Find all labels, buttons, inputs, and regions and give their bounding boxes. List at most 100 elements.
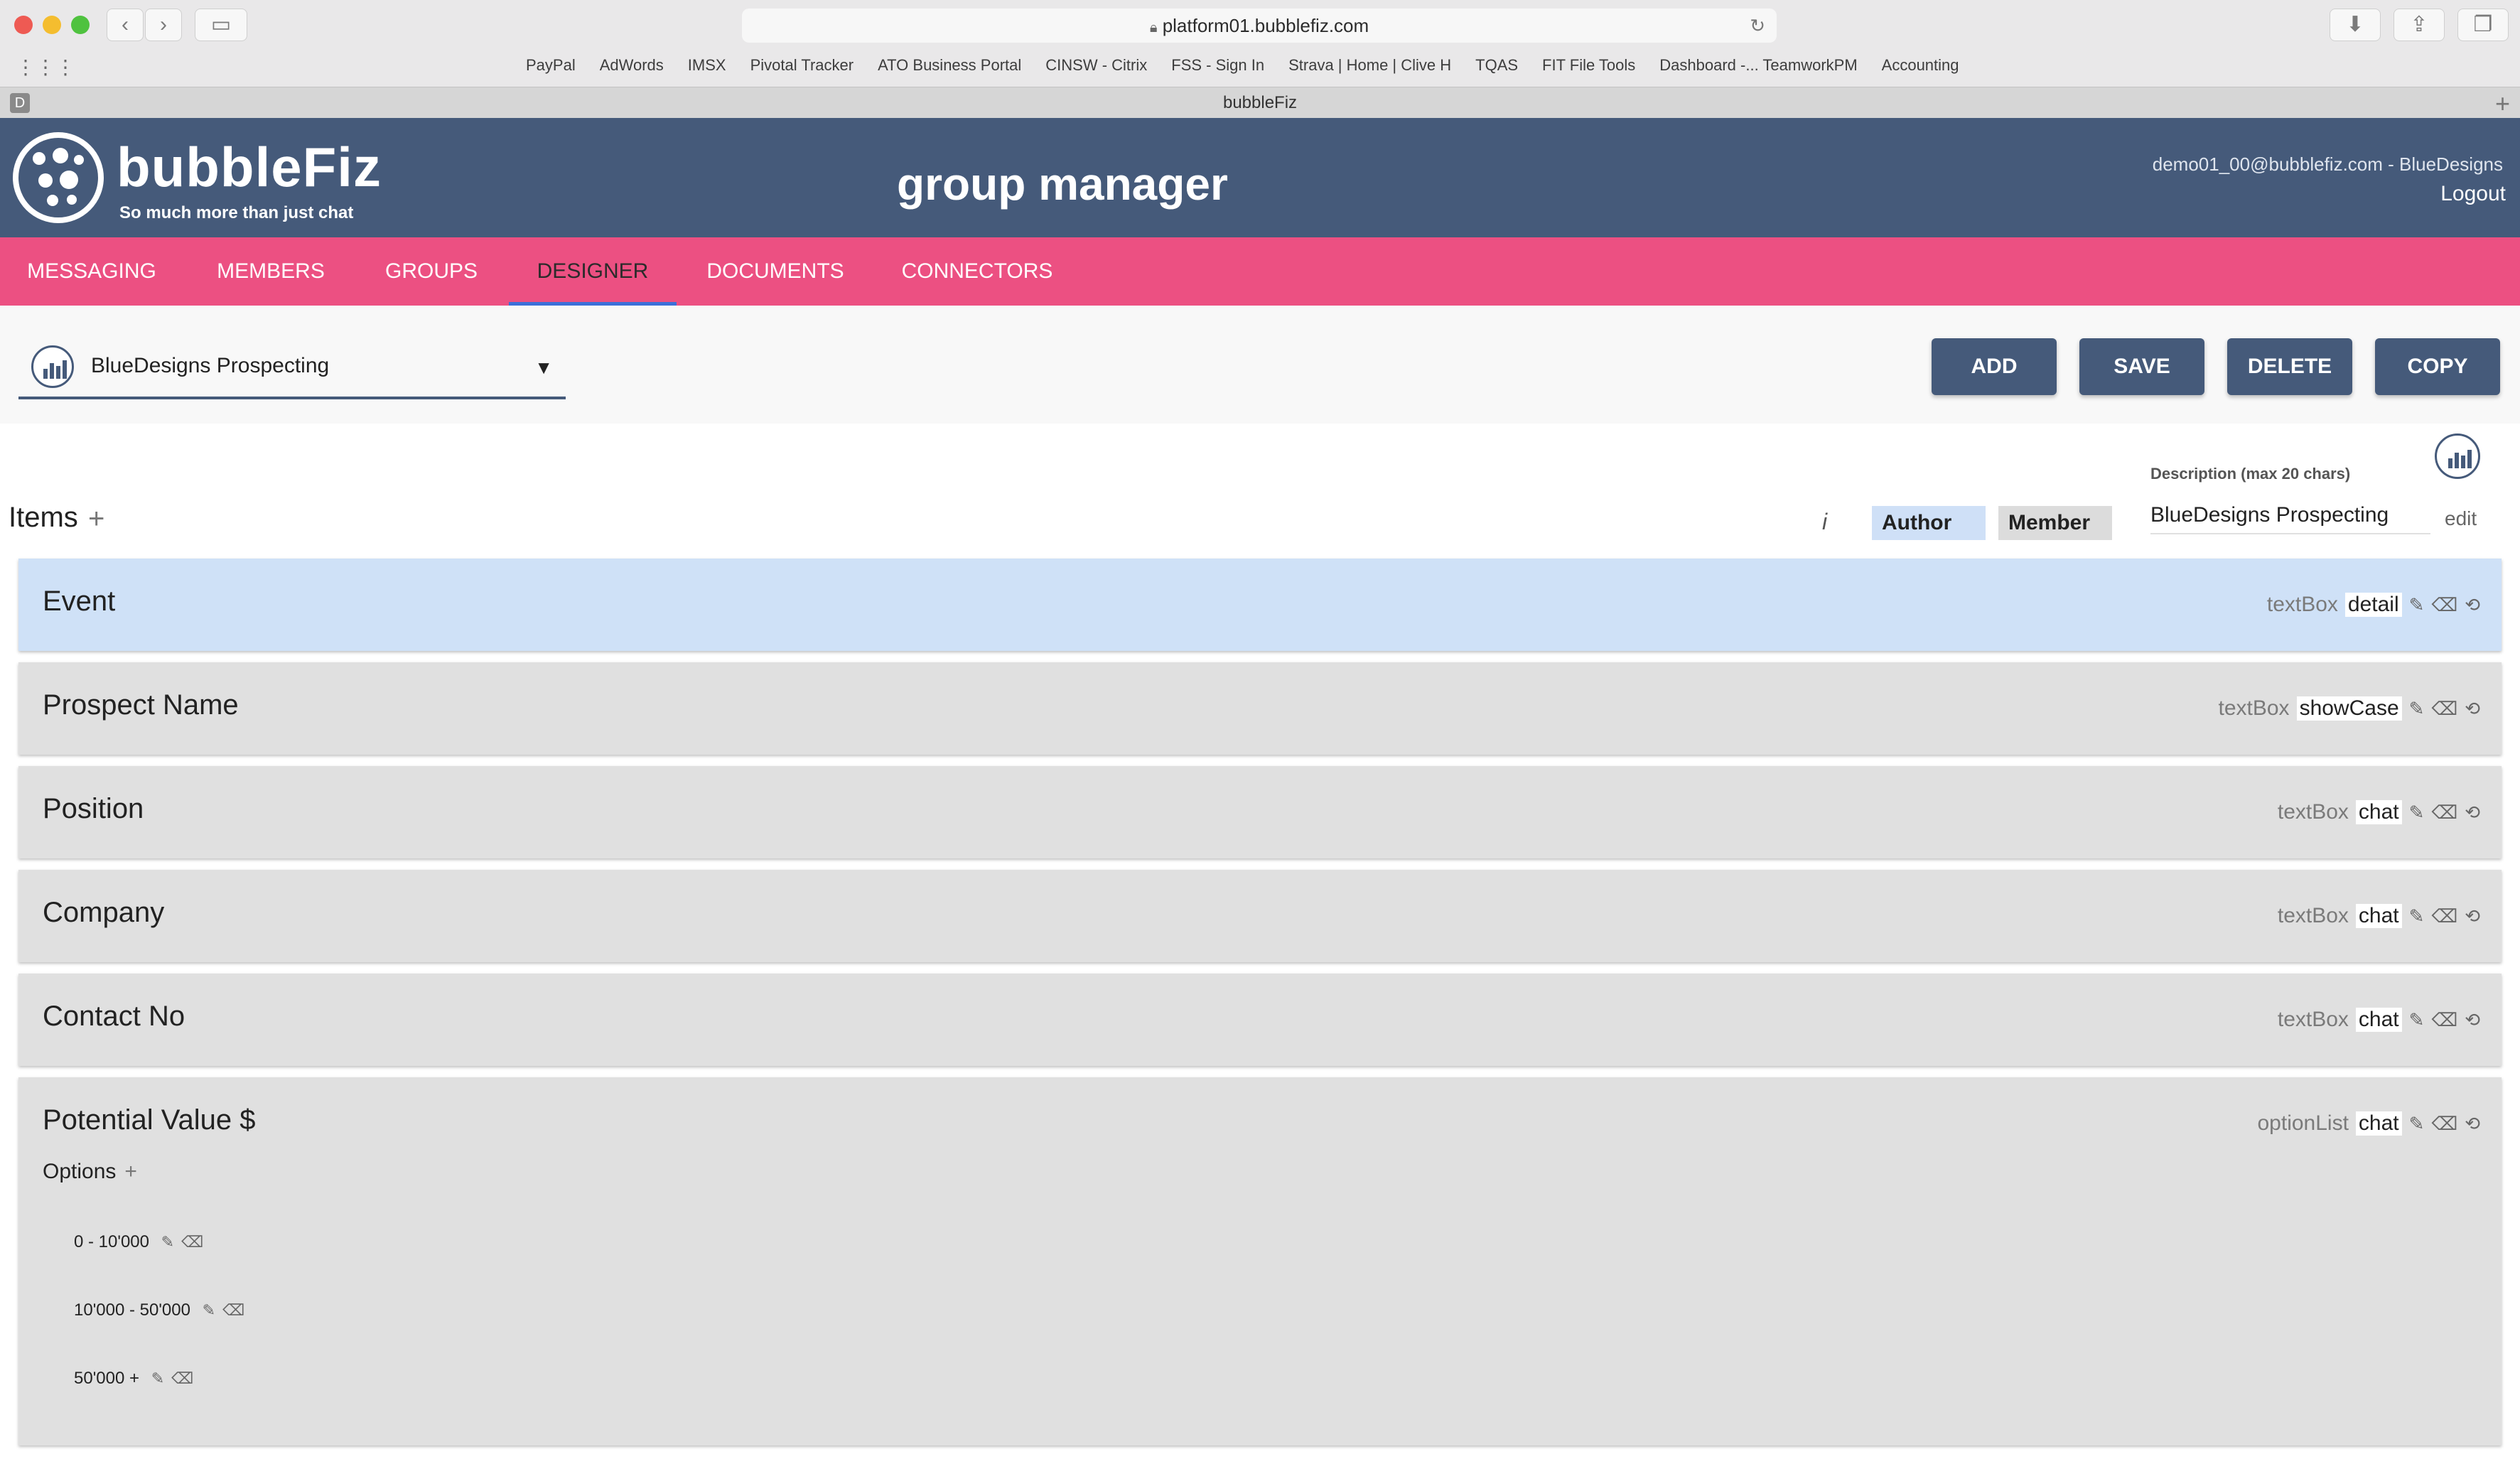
bookmark-item[interactable]: ATO Business Portal bbox=[878, 56, 1021, 80]
item-label: Position bbox=[43, 793, 144, 824]
pencil-icon[interactable]: ✎ bbox=[2409, 1113, 2425, 1135]
page-title: group manager bbox=[897, 158, 1228, 210]
add-item-plus-icon[interactable]: + bbox=[88, 503, 104, 535]
chevron-right-icon: › bbox=[160, 13, 167, 36]
backspace-icon[interactable]: ⌫ bbox=[2431, 802, 2457, 824]
add-button[interactable]: ADD bbox=[1932, 338, 2057, 395]
option-item: 50'000 + ✎ ⌫ bbox=[74, 1369, 193, 1389]
url-text: platform01.bubblefiz.com bbox=[1162, 15, 1369, 36]
item-display-mode[interactable]: chat bbox=[2355, 800, 2402, 824]
forward-button[interactable]: › bbox=[145, 9, 182, 41]
item-display-mode[interactable]: chat bbox=[2355, 1111, 2402, 1136]
item-meta: textBox chat ✎ ⌫ ⟲ bbox=[2278, 904, 2480, 928]
pencil-icon[interactable]: ✎ bbox=[2409, 594, 2425, 616]
minimize-window-button[interactable] bbox=[43, 16, 61, 34]
new-tab-button[interactable]: + bbox=[2495, 89, 2510, 119]
apps-grid-icon[interactable]: ⋮⋮⋮ bbox=[16, 55, 75, 79]
reload-icon[interactable]: ↻ bbox=[1750, 9, 1765, 43]
info-icon[interactable]: i bbox=[1822, 509, 1827, 535]
menu-documents[interactable]: DOCUMENTS bbox=[682, 237, 868, 306]
item-display-mode[interactable]: showCase bbox=[2296, 696, 2402, 721]
bookmark-item[interactable]: AdWords bbox=[600, 56, 664, 80]
zoom-window-button[interactable] bbox=[71, 16, 90, 34]
bookmark-item[interactable]: Strava | Home | Clive H bbox=[1288, 56, 1451, 80]
item-row[interactable]: Event textBox detail ✎ ⌫ ⟲ bbox=[18, 559, 2502, 651]
back-button[interactable]: ‹ bbox=[107, 9, 144, 41]
items-heading: Items bbox=[9, 502, 78, 533]
description-edit-link[interactable]: edit bbox=[2445, 507, 2477, 530]
save-button[interactable]: SAVE bbox=[2079, 338, 2204, 395]
backspace-icon[interactable]: ⌫ bbox=[181, 1233, 203, 1251]
backspace-icon[interactable]: ⌫ bbox=[2431, 594, 2457, 616]
item-type: textBox bbox=[2277, 1008, 2349, 1031]
item-row[interactable]: Position textBox chat ✎ ⌫ ⟲ bbox=[18, 766, 2502, 858]
item-meta: optionList chat ✎ ⌫ ⟲ bbox=[2257, 1111, 2480, 1136]
options-header: Options + bbox=[43, 1160, 137, 1184]
repeat-icon[interactable]: ⟲ bbox=[2465, 802, 2480, 824]
sidebar-toggle-button[interactable]: ▭ bbox=[195, 9, 247, 41]
item-display-mode[interactable]: detail bbox=[2344, 593, 2402, 617]
repeat-icon[interactable]: ⟲ bbox=[2465, 1009, 2480, 1031]
browser-chrome: ‹ › ▭ 🔒︎ platform01.bubblefiz.com ↻ ⬇ ⇪ … bbox=[0, 0, 2520, 118]
bookmark-item[interactable]: Pivotal Tracker bbox=[750, 56, 854, 80]
menu-groups[interactable]: GROUPS bbox=[358, 237, 505, 306]
item-display-mode[interactable]: chat bbox=[2355, 1008, 2402, 1032]
backspace-icon[interactable]: ⌫ bbox=[2431, 905, 2457, 927]
backspace-icon[interactable]: ⌫ bbox=[2431, 1113, 2457, 1135]
item-row[interactable]: Company textBox chat ✎ ⌫ ⟲ bbox=[18, 870, 2502, 962]
item-display-mode[interactable]: chat bbox=[2355, 904, 2402, 928]
pencil-icon[interactable]: ✎ bbox=[2409, 802, 2425, 824]
bookmark-item[interactable]: Accounting bbox=[1882, 56, 1959, 80]
repeat-icon[interactable]: ⟲ bbox=[2465, 1113, 2480, 1135]
description-field[interactable]: BlueDesigns Prospecting bbox=[2150, 497, 2430, 534]
bookmark-item[interactable]: IMSX bbox=[688, 56, 726, 80]
item-row[interactable]: Prospect Name textBox showCase ✎ ⌫ ⟲ bbox=[18, 662, 2502, 755]
menu-designer[interactable]: DESIGNER bbox=[509, 237, 677, 306]
bookmark-item[interactable]: CINSW - Citrix bbox=[1045, 56, 1147, 80]
option-label: 50'000 + bbox=[74, 1369, 140, 1388]
option-item: 0 - 10'000 ✎ ⌫ bbox=[74, 1232, 203, 1252]
item-row[interactable]: Contact No textBox chat ✎ ⌫ ⟲ bbox=[18, 974, 2502, 1066]
logout-link[interactable]: Logout bbox=[2440, 182, 2506, 206]
bookmark-item[interactable]: FSS - Sign In bbox=[1171, 56, 1264, 80]
bar-chart-icon[interactable] bbox=[2435, 433, 2480, 479]
template-select[interactable]: BlueDesigns Prospecting ▼ bbox=[18, 334, 566, 399]
bookmark-item[interactable]: TQAS bbox=[1475, 56, 1518, 80]
member-toggle[interactable]: Member bbox=[1998, 506, 2112, 540]
app-header: bubbleFiz So much more than just chat gr… bbox=[0, 118, 2520, 237]
repeat-icon[interactable]: ⟲ bbox=[2465, 905, 2480, 927]
menu-connectors[interactable]: CONNECTORS bbox=[876, 237, 1079, 306]
tabs-overview-button[interactable]: ❐ bbox=[2457, 9, 2509, 41]
backspace-icon[interactable]: ⌫ bbox=[222, 1301, 244, 1319]
delete-button[interactable]: DELETE bbox=[2227, 338, 2352, 395]
item-row[interactable]: Potential Value $ optionList chat ✎ ⌫ ⟲ … bbox=[18, 1077, 2502, 1445]
menu-members[interactable]: MEMBERS bbox=[183, 237, 358, 306]
pencil-icon[interactable]: ✎ bbox=[2409, 698, 2425, 720]
pencil-icon[interactable]: ✎ bbox=[161, 1233, 174, 1251]
repeat-icon[interactable]: ⟲ bbox=[2465, 698, 2480, 720]
address-bar[interactable]: 🔒︎ platform01.bubblefiz.com ↻ bbox=[742, 9, 1777, 43]
downloads-button[interactable]: ⬇ bbox=[2330, 9, 2381, 41]
pencil-icon[interactable]: ✎ bbox=[2409, 1009, 2425, 1031]
backspace-icon[interactable]: ⌫ bbox=[2431, 1009, 2457, 1031]
pencil-icon[interactable]: ✎ bbox=[151, 1369, 164, 1387]
author-toggle[interactable]: Author bbox=[1872, 506, 1986, 540]
tabs-icon: ❐ bbox=[2473, 13, 2493, 36]
tab-title[interactable]: bubbleFiz bbox=[0, 87, 2520, 119]
pencil-icon[interactable]: ✎ bbox=[203, 1301, 215, 1319]
bookmark-item[interactable]: Dashboard -... TeamworkPM bbox=[1659, 56, 1857, 80]
bookmark-item[interactable]: FIT File Tools bbox=[1542, 56, 1635, 80]
repeat-icon[interactable]: ⟲ bbox=[2465, 594, 2480, 616]
close-window-button[interactable] bbox=[14, 16, 33, 34]
add-option-plus-icon[interactable]: + bbox=[124, 1160, 137, 1183]
bookmark-item[interactable]: PayPal bbox=[526, 56, 576, 80]
sidebar-icon: ▭ bbox=[210, 13, 232, 36]
copy-button[interactable]: COPY bbox=[2375, 338, 2500, 395]
option-label: 10'000 - 50'000 bbox=[74, 1300, 190, 1320]
backspace-icon[interactable]: ⌫ bbox=[2431, 698, 2457, 720]
item-type: optionList bbox=[2257, 1111, 2349, 1135]
share-button[interactable]: ⇪ bbox=[2394, 9, 2445, 41]
menu-messaging[interactable]: MESSAGING bbox=[0, 237, 183, 306]
pencil-icon[interactable]: ✎ bbox=[2409, 905, 2425, 927]
backspace-icon[interactable]: ⌫ bbox=[171, 1369, 193, 1387]
